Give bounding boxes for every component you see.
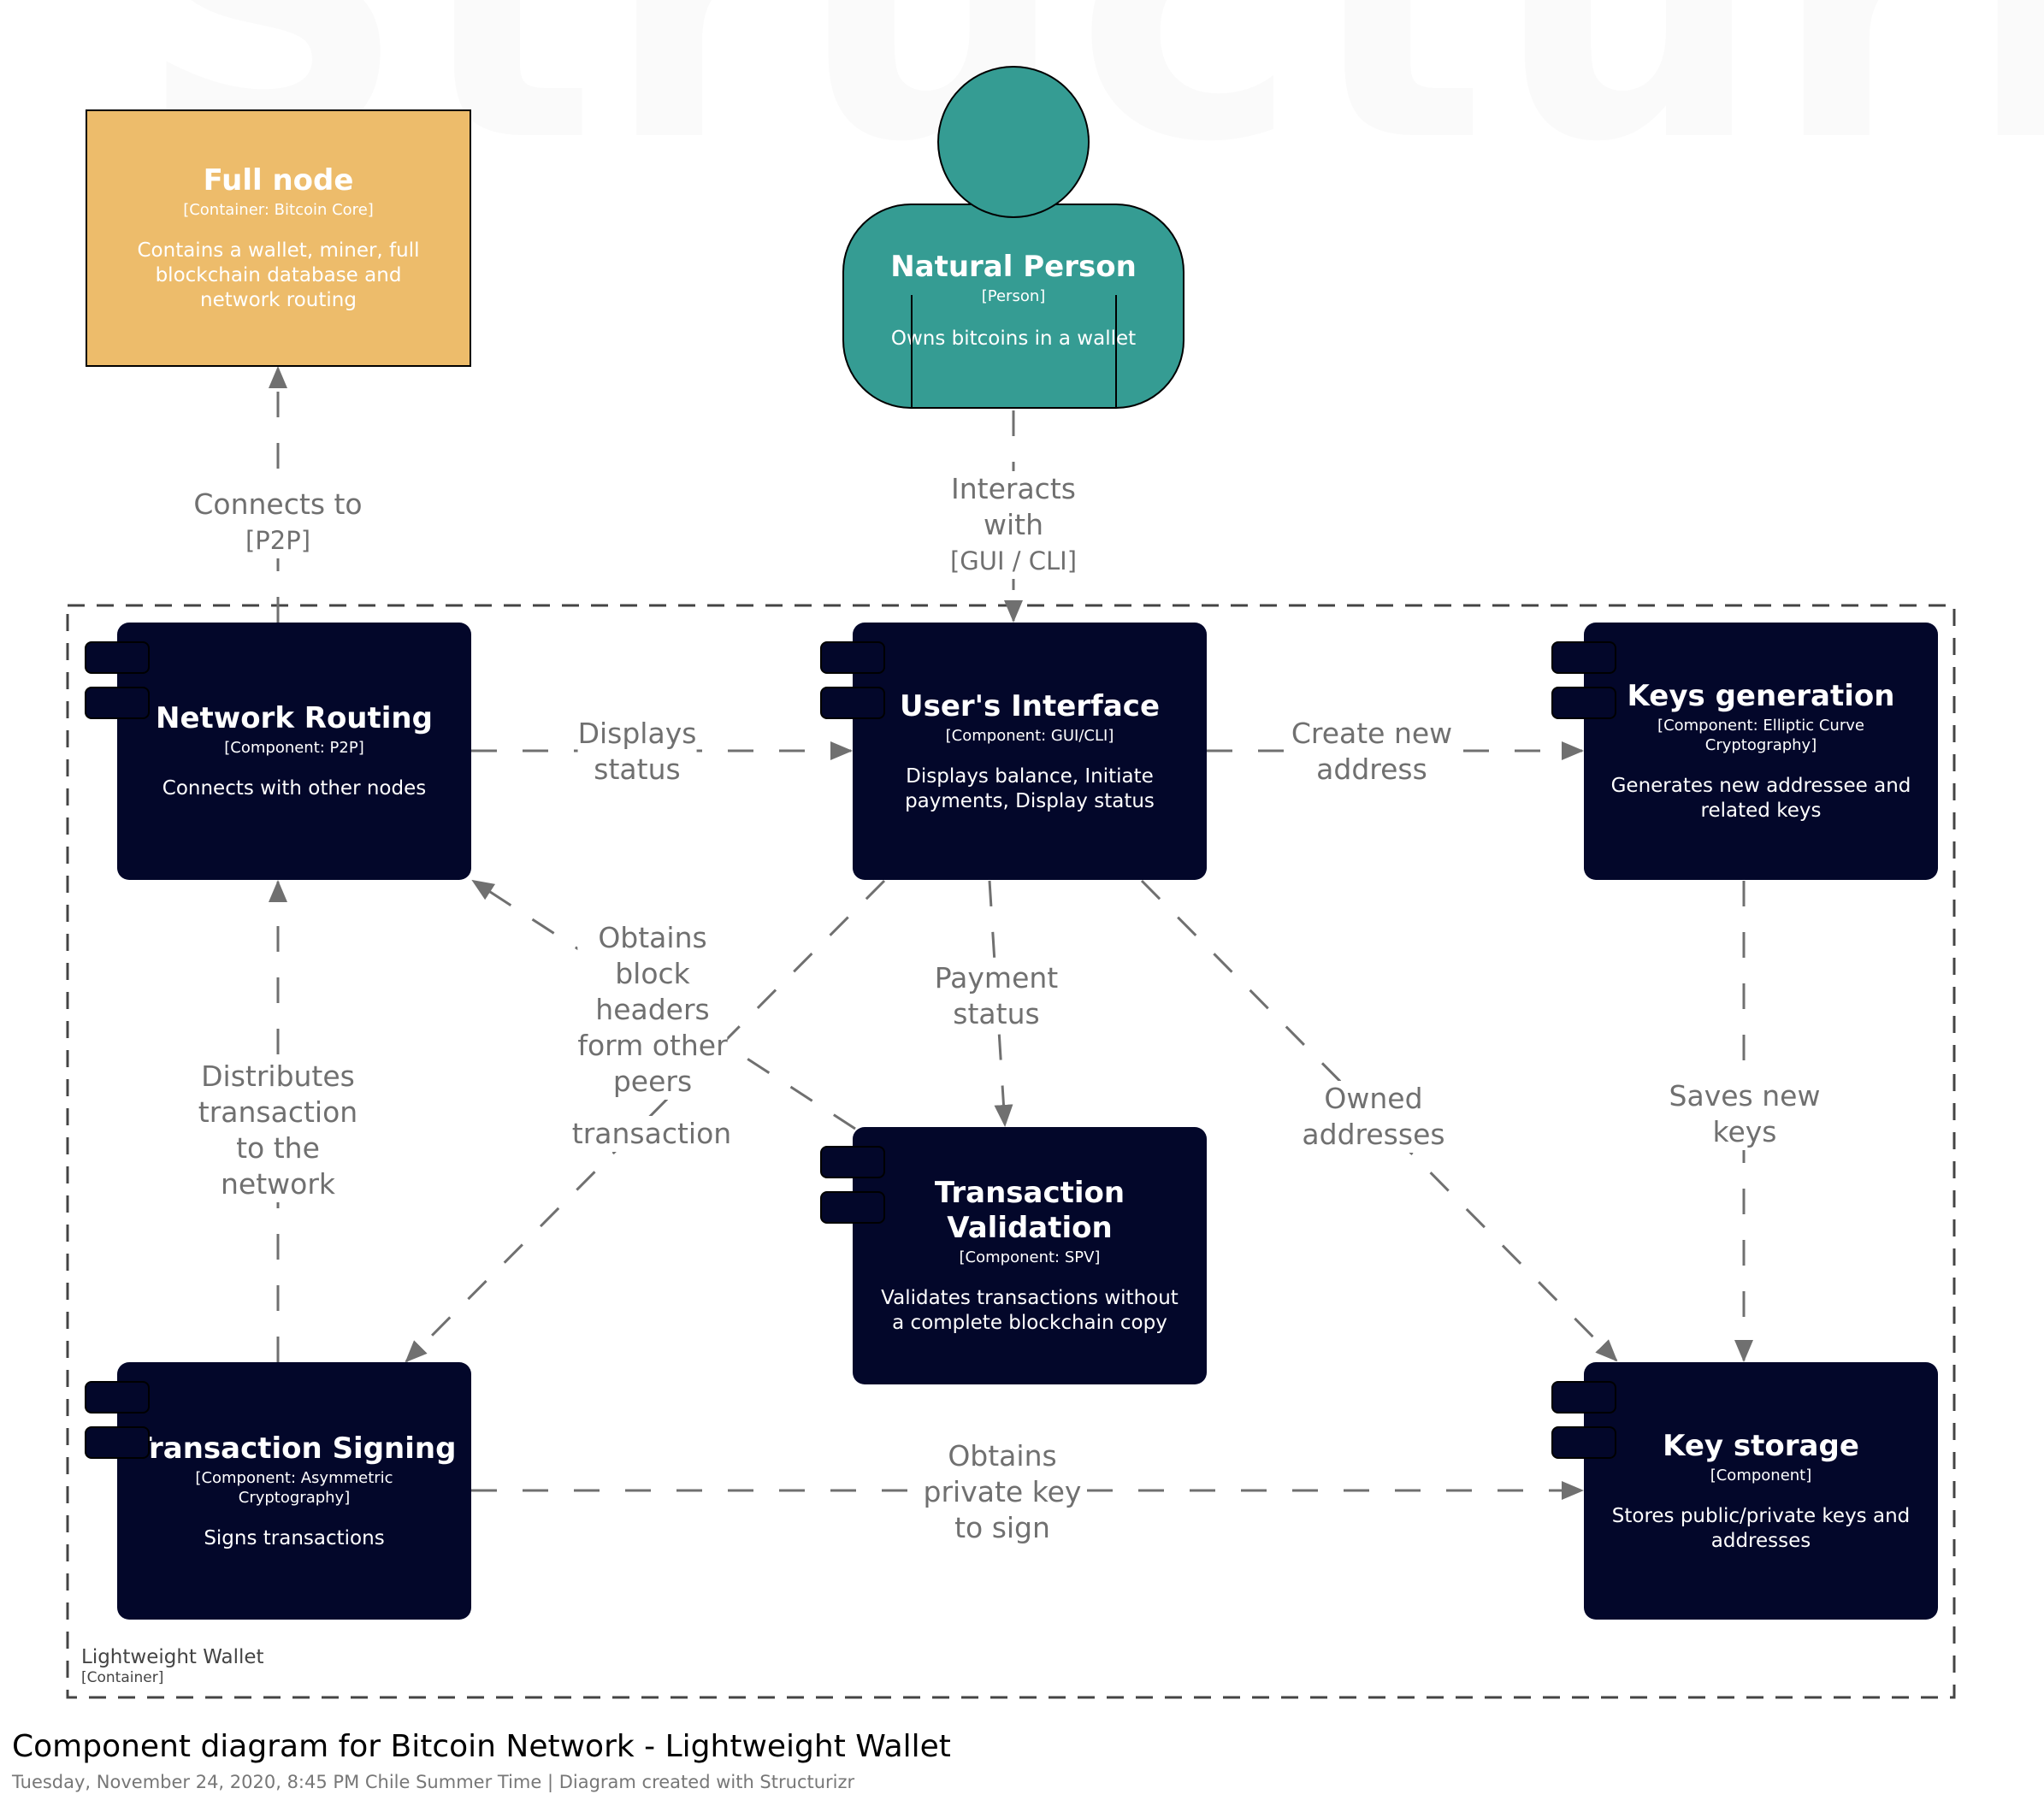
full-node-name: Full node (203, 163, 354, 198)
component-tab-icon (85, 1381, 150, 1414)
network-routing-component[interactable]: Network Routing [Component: P2P] Connect… (85, 623, 471, 880)
rel-text: network (220, 1167, 336, 1201)
full-node-description: Contains a wallet, miner, full blockchai… (137, 239, 420, 311)
rel-text: Displays (577, 717, 697, 750)
full-node-type: [Container: Bitcoin Core] (183, 201, 374, 219)
component-tab-icon (1551, 1381, 1616, 1414)
component-tab-icon (820, 641, 885, 674)
rel-text: Saves new (1669, 1079, 1821, 1113)
component-tab-icon (820, 1191, 885, 1224)
network-routing-type: [Component: P2P] (224, 739, 364, 757)
keys-generation-component[interactable]: Keys generation [Component: Elliptic Cur… (1551, 623, 1938, 880)
component-tab-icon (1551, 641, 1616, 674)
person-arm-line (1115, 295, 1117, 407)
component-tab-icon (820, 1146, 885, 1178)
rel-text: status (953, 997, 1040, 1030)
component-tab-icon (85, 641, 150, 674)
rel-text: keys (1712, 1115, 1777, 1148)
boundary-type: [Container] (81, 1669, 164, 1686)
key-storage-name: Key storage (1663, 1428, 1859, 1463)
person-arm-line (911, 295, 913, 407)
keys-generation-description: Generates new addressee and related keys (1610, 775, 1911, 822)
users-interface-type: [Component: GUI/CLI] (945, 726, 1114, 745)
rel-text: transaction (571, 1117, 732, 1150)
rel-text: to sign (954, 1511, 1050, 1544)
rel-text: status (594, 752, 681, 786)
keys-generation-type: [Component: Elliptic Curve Cryptography] (1657, 717, 1864, 754)
transaction-signing-type: [Component: Asymmetric Cryptography] (195, 1468, 393, 1507)
component-tab-icon (85, 1426, 150, 1459)
rel-text: with (983, 508, 1044, 541)
diagram-canvas: Structurizr Full node [Container: Bitcoi… (0, 0, 2044, 1806)
transaction-validation-description: Validates transactions without a complet… (881, 1287, 1179, 1334)
rel-text: block (615, 957, 690, 990)
component-tab-icon (1551, 1426, 1616, 1459)
rel-text: private key (923, 1475, 1082, 1508)
rel-label-payment-status: Payment status (934, 960, 1059, 1032)
rel-label-obtains-private-key: Obtains private key to sign (923, 1438, 1082, 1546)
key-storage-component[interactable]: Key storage [Component] Stores public/pr… (1551, 1362, 1938, 1620)
rel-label-create-new-address: Create new address (1291, 716, 1453, 788)
rel-text: form other (577, 1029, 728, 1062)
rel-label-obtains-block-headers: Obtains block headers form other peers (577, 920, 728, 1100)
natural-person[interactable]: Natural Person [Person] Owns bitcoins in… (842, 204, 1184, 409)
person-type: [Person] (981, 287, 1046, 305)
rel-text: headers (595, 993, 710, 1026)
keys-generation-name: Keys generation (1627, 679, 1895, 713)
rel-text: Interacts (951, 472, 1076, 505)
rel-label-owned-addresses: Owned addresses (1302, 1081, 1445, 1153)
transaction-validation-type: [Component: SPV] (959, 1248, 1101, 1266)
users-interface-description: Displays balance, Initiate payments, Dis… (905, 764, 1155, 812)
transaction-signing-component[interactable]: Transaction Signing [Component: Asymmetr… (85, 1362, 471, 1620)
transaction-validation-component[interactable]: Transaction Validation [Component: SPV] … (820, 1127, 1207, 1384)
network-routing-name: Network Routing (156, 701, 433, 735)
component-tab-icon (85, 687, 150, 719)
person-name: Natural Person (890, 250, 1137, 284)
rel-text: Connects to (193, 487, 363, 521)
rel-technology: [P2P] (245, 526, 311, 555)
key-storage-description: Stores public/private keys and addresses (1611, 1504, 1911, 1552)
rel-text: Payment (934, 961, 1059, 994)
rel-text: Obtains (948, 1439, 1057, 1473)
key-storage-type: [Component] (1710, 1466, 1812, 1484)
rel-label-interacts-with: Interacts with [GUI / CLI] (949, 471, 1078, 579)
users-interface-name: User's Interface (899, 688, 1161, 723)
rel-label-displays-status: Displays status (577, 716, 697, 788)
diagram-title: Component diagram for Bitcoin Network - … (12, 1729, 951, 1764)
transaction-validation-name: Transaction Validation (934, 1176, 1125, 1245)
component-tab-icon (820, 687, 885, 719)
rel-label-distributes-transaction: Distributes transaction to the network (198, 1059, 358, 1202)
rel-text: Owned (1324, 1082, 1423, 1115)
rel-label-saves-new-keys: Saves new keys (1669, 1078, 1821, 1150)
diagram-metadata: Tuesday, November 24, 2020, 8:45 PM Chil… (12, 1772, 855, 1792)
rel-text: Create new (1291, 717, 1453, 750)
full-node-container[interactable]: Full node [Container: Bitcoin Core] Cont… (86, 109, 471, 367)
rel-text: peers (612, 1065, 693, 1098)
rel-text: addresses (1302, 1118, 1445, 1151)
person-description: Owns bitcoins in a wallet (890, 328, 1137, 350)
transaction-signing-name: Transaction Signing (132, 1431, 457, 1466)
person-head-icon (937, 66, 1090, 218)
rel-text: transaction (198, 1095, 358, 1129)
boundary-name: Lightweight Wallet (81, 1646, 264, 1668)
rel-text: Obtains (598, 921, 707, 954)
network-routing-description: Connects with other nodes (162, 777, 427, 800)
rel-label-connects-to: Connects to [P2P] (193, 487, 363, 558)
rel-text: address (1316, 752, 1427, 786)
component-tab-icon (1551, 687, 1616, 719)
transaction-signing-description: Signs transactions (204, 1526, 385, 1549)
rel-technology: [GUI / CLI] (949, 546, 1078, 575)
users-interface-component[interactable]: User's Interface [Component: GUI/CLI] Di… (820, 623, 1207, 880)
rel-text: to the (236, 1131, 320, 1165)
rel-text: Distributes (201, 1059, 355, 1093)
boundary-label: Lightweight Wallet [Container] (81, 1645, 264, 1686)
rel-label-transaction: transaction (571, 1116, 732, 1152)
